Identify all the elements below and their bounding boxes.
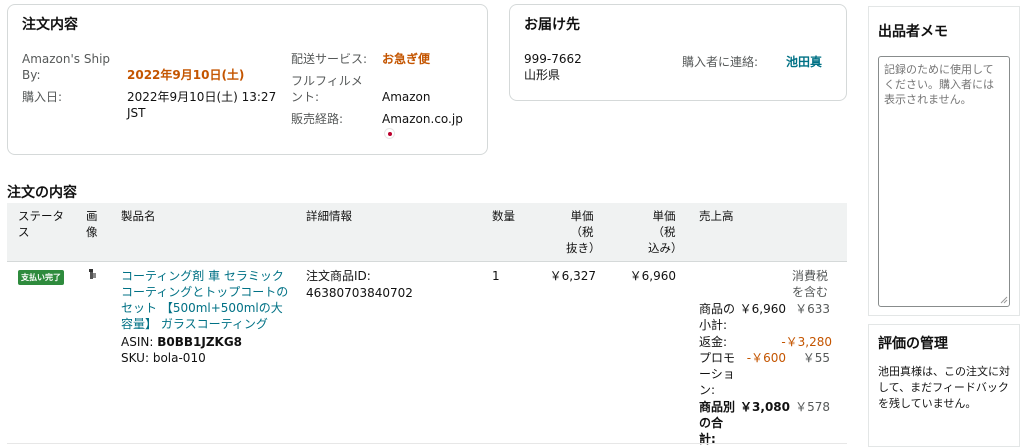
resize-handle-icon[interactable] bbox=[1000, 296, 1008, 304]
sales-channel-value: Amazon.co.jp bbox=[382, 112, 463, 126]
seller-memo-textarea[interactable] bbox=[878, 56, 1010, 307]
product-thumbnail-icon[interactable] bbox=[87, 268, 97, 280]
asin-label: ASIN: bbox=[121, 335, 154, 349]
subtotal-label: 商品の小計: bbox=[699, 302, 736, 332]
promotion-tax: ￥55 bbox=[802, 351, 830, 365]
contact-buyer-label: 購入者に連絡: bbox=[682, 55, 759, 69]
asin-line: ASIN: B0BB1JZKG8 bbox=[121, 334, 242, 350]
subtotal-value: ￥6,960 bbox=[739, 302, 786, 316]
ship-by-label: Amazon's Ship By: bbox=[22, 52, 111, 82]
total-tax: ￥578 bbox=[795, 400, 830, 414]
order-item-id-value: 46380703840702 bbox=[306, 286, 413, 300]
sku-line: SKU: bola-010 bbox=[121, 350, 206, 366]
header-sales: 売上高 bbox=[699, 209, 734, 223]
seller-memo-title: 出品者メモ bbox=[878, 24, 948, 40]
japan-flag-icon bbox=[385, 129, 394, 138]
asin-value: B0BB1JZKG8 bbox=[157, 335, 243, 349]
row-divider bbox=[7, 443, 847, 444]
purchase-date-value: 2022年9月10日(土) 13:27 JST bbox=[127, 90, 277, 120]
shipping-service-label: 配送サービス: bbox=[291, 52, 368, 66]
item-quantity: 1 bbox=[492, 269, 500, 283]
sku-value: bola-010 bbox=[152, 351, 206, 365]
delivery-prefecture: 山形県 bbox=[524, 68, 561, 82]
total-label: 商品別の合計: bbox=[699, 400, 736, 446]
header-unit-price-ex-tax: 単価（税抜き） bbox=[566, 209, 601, 255]
refund-label: 返金: bbox=[699, 335, 728, 349]
ship-by-value: 2022年9月10日(土) bbox=[127, 68, 245, 82]
fulfillment-value: Amazon bbox=[382, 90, 431, 104]
purchase-date-label: 購入日: bbox=[22, 90, 63, 104]
sku-label: SKU: bbox=[121, 351, 149, 365]
order-item-id-label: 注文商品ID: bbox=[306, 269, 371, 283]
unit-price-ex-tax: ￥6,327 bbox=[549, 269, 596, 283]
feedback-title: 評価の管理 bbox=[878, 336, 948, 352]
header-quantity: 数量 bbox=[492, 209, 515, 223]
header-product-name: 製品名 bbox=[121, 209, 156, 223]
feedback-text: 池田真様は、この注文に対して、まだフィードバックを残していません。 bbox=[878, 365, 1010, 410]
total-value: ￥3,080 bbox=[740, 400, 790, 414]
header-details: 詳細情報 bbox=[306, 209, 352, 223]
header-image: 画像 bbox=[86, 209, 98, 239]
refund-tax: -￥3,280 bbox=[781, 335, 832, 349]
order-summary-title: 注文内容 bbox=[22, 17, 78, 33]
unit-price-in-tax: ￥6,960 bbox=[629, 269, 676, 283]
product-title-link[interactable]: コーティング剤 車 セラミックコーティングとトップコートのセット 【500ml+… bbox=[121, 268, 291, 332]
promotion-label: プロモーション: bbox=[699, 351, 736, 397]
header-unit-price-in-tax: 単価（税込み） bbox=[648, 209, 683, 255]
tax-included-label: 消費税を含む bbox=[791, 269, 828, 299]
contact-buyer-link[interactable]: 池田真 bbox=[786, 54, 822, 70]
order-items-title: 注文の内容 bbox=[7, 185, 77, 201]
header-status: ステータス bbox=[18, 209, 64, 239]
delivery-postal-code: 999-7662 bbox=[524, 52, 582, 66]
fulfillment-label: フルフィルメント: bbox=[291, 74, 363, 104]
promotion-value: -￥600 bbox=[746, 351, 786, 365]
shipping-service-value: お急ぎ便 bbox=[382, 52, 431, 66]
subtotal-tax: ￥633 bbox=[795, 302, 830, 316]
sales-channel-label: 販売経路: bbox=[291, 112, 344, 126]
status-badge: 支払い完了 bbox=[18, 270, 64, 285]
delivery-title: お届け先 bbox=[524, 17, 580, 33]
